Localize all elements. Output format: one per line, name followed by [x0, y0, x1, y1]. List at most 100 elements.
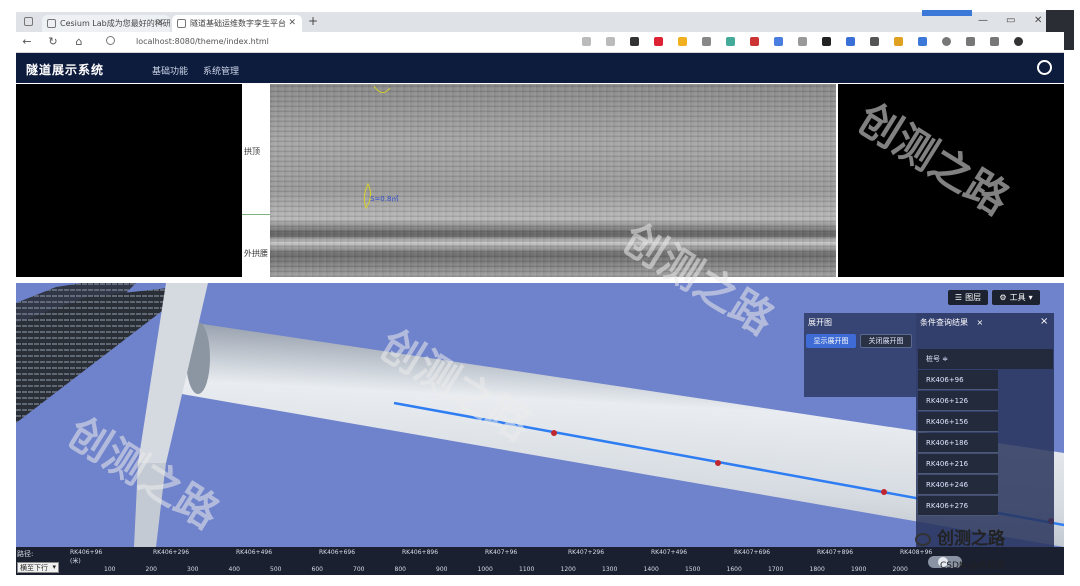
- url-field[interactable]: localhost:8080/theme/index.html: [136, 37, 269, 46]
- tools-button[interactable]: ⚙ 工具 ▾: [992, 290, 1040, 305]
- extension-icon[interactable]: [678, 37, 687, 46]
- home-icon[interactable]: ⌂: [72, 35, 86, 48]
- minimize-icon[interactable]: —: [978, 15, 988, 26]
- extension-icon[interactable]: [654, 37, 663, 46]
- browser-tab[interactable]: Cesium Lab成为您最好的科研助 ✕: [42, 15, 170, 32]
- extension-icon[interactable]: [630, 37, 639, 46]
- read-aloud-icon[interactable]: [582, 37, 591, 46]
- distance-label: 500: [270, 566, 282, 573]
- window-menu-icon[interactable]: [24, 17, 33, 26]
- back-icon[interactable]: ←: [20, 35, 34, 48]
- close-unfold-button[interactable]: 关闭展开图: [860, 334, 912, 348]
- browser-tab-strip: Cesium Lab成为您最好的科研助 ✕ 隧道基础运维数字孪生平台 ✕ + —…: [16, 10, 1074, 50]
- distance-label: 400: [228, 566, 240, 573]
- maximize-icon[interactable]: ▭: [1006, 15, 1015, 26]
- tab-favicon-icon: [177, 19, 186, 28]
- distance-label: 1600: [726, 566, 742, 573]
- distance-label: 1200: [560, 566, 576, 573]
- table-row[interactable]: RK406+156: [918, 412, 998, 432]
- path-marker[interactable]: [715, 460, 721, 466]
- download-indicator: [922, 10, 972, 16]
- profile-icon[interactable]: [1014, 37, 1023, 46]
- distance-label: 900: [436, 566, 448, 573]
- station-label: RK406+896: [402, 549, 439, 556]
- tunnel-scan-image[interactable]: [270, 84, 836, 277]
- wechat-icon: [915, 532, 931, 546]
- result-tab-close-icon[interactable]: ×: [977, 318, 984, 327]
- label-vault: 拱顶: [244, 147, 260, 156]
- extension-icon[interactable]: [870, 37, 879, 46]
- menu-basic-functions[interactable]: 基础功能: [152, 64, 188, 77]
- distance-label: 700: [353, 566, 365, 573]
- tab-close-icon[interactable]: ✕: [156, 18, 164, 28]
- table-row[interactable]: RK406+216: [918, 454, 998, 474]
- show-unfold-button[interactable]: 显示展开图: [806, 334, 856, 348]
- extension-icon[interactable]: [894, 37, 903, 46]
- table-row[interactable]: RK406+126: [918, 391, 998, 411]
- extension-icon[interactable]: [750, 37, 759, 46]
- layers-button-label: 图层: [965, 293, 982, 302]
- close-icon[interactable]: ×: [1040, 316, 1048, 327]
- refresh-extension-icon[interactable]: [942, 37, 951, 46]
- distance-label: 1500: [685, 566, 701, 573]
- extension-icon[interactable]: [774, 37, 783, 46]
- distance-label: 1300: [602, 566, 618, 573]
- distance-label: 1900: [851, 566, 867, 573]
- extension-icon[interactable]: [822, 37, 831, 46]
- extension-icon[interactable]: [918, 37, 927, 46]
- tab-label: Cesium Lab成为您最好的科研助: [60, 19, 170, 28]
- browser-tab-active[interactable]: 隧道基础运维数字孪生平台 ✕: [172, 15, 302, 32]
- distance-label: 100: [104, 566, 116, 573]
- favorites-bar-icon[interactable]: [966, 37, 975, 46]
- distance-label: 1100: [519, 566, 535, 573]
- distance-label: 1800: [809, 566, 825, 573]
- table-row[interactable]: RK406+246: [918, 475, 998, 495]
- chevron-down-icon: ▾: [52, 563, 56, 571]
- query-result-title-text: 条件查询结果: [920, 318, 968, 327]
- extension-icon[interactable]: [726, 37, 735, 46]
- extension-icon[interactable]: [798, 37, 807, 46]
- table-row[interactable]: RK406+96: [918, 370, 998, 390]
- distance-label: 1000: [477, 566, 493, 573]
- new-tab-button[interactable]: +: [308, 14, 318, 28]
- address-bar: ← ↻ ⌂ localhost:8080/theme/index.html: [16, 32, 1064, 53]
- close-window-icon[interactable]: ✕: [1034, 15, 1042, 26]
- station-label: RK407+296: [568, 549, 605, 556]
- user-icon[interactable]: [1037, 60, 1052, 75]
- station-label: RK407+496: [651, 549, 688, 556]
- station-label: RK406+296: [153, 549, 190, 556]
- distance-label: 600: [311, 566, 323, 573]
- extension-icon[interactable]: [702, 37, 711, 46]
- distance-label: 1700: [768, 566, 784, 573]
- path-marker[interactable]: [881, 489, 887, 495]
- tab-label: 隧道基础运维数字孪生平台: [190, 19, 286, 28]
- path-marker[interactable]: [551, 430, 557, 436]
- station-label: RK406+496: [236, 549, 273, 556]
- source-credit: CSDN @点云侠: [940, 561, 1005, 571]
- result-table-header[interactable]: 桩号 ≑: [918, 349, 1053, 369]
- defect-area-label: S=0.8㎡: [370, 195, 399, 203]
- distance-label: 1400: [643, 566, 659, 573]
- layers-icon: ☰: [954, 293, 963, 302]
- wechat-watermark: 创测之路: [915, 524, 1005, 549]
- menu-system-management[interactable]: 系统管理: [203, 64, 239, 77]
- layers-button[interactable]: ☰ 图层: [948, 290, 988, 305]
- app-title: 隧道展示系统: [26, 63, 105, 77]
- mileage-label: 路径:: [17, 550, 34, 558]
- chevron-down-icon: ▾: [1028, 293, 1033, 302]
- distance-label: 2000: [892, 566, 908, 573]
- table-row[interactable]: RK406+276: [918, 496, 998, 516]
- unit-label: (米): [70, 558, 81, 565]
- tab-close-icon[interactable]: ✕: [288, 18, 296, 28]
- favorite-icon[interactable]: [606, 37, 615, 46]
- app-header: 隧道展示系统 基础功能 系统管理: [16, 53, 1064, 83]
- station-label: RK407+896: [817, 549, 854, 556]
- label-outer-arch: 外拱腰: [244, 249, 268, 258]
- extension-icon[interactable]: [846, 37, 855, 46]
- site-info-icon[interactable]: [106, 36, 115, 45]
- table-row[interactable]: RK406+186: [918, 433, 998, 453]
- reload-icon[interactable]: ↻: [46, 35, 60, 48]
- collections-icon[interactable]: [990, 37, 999, 46]
- wechat-watermark-text: 创测之路: [937, 529, 1005, 549]
- direction-select[interactable]: 横至下行 ▾: [17, 562, 59, 573]
